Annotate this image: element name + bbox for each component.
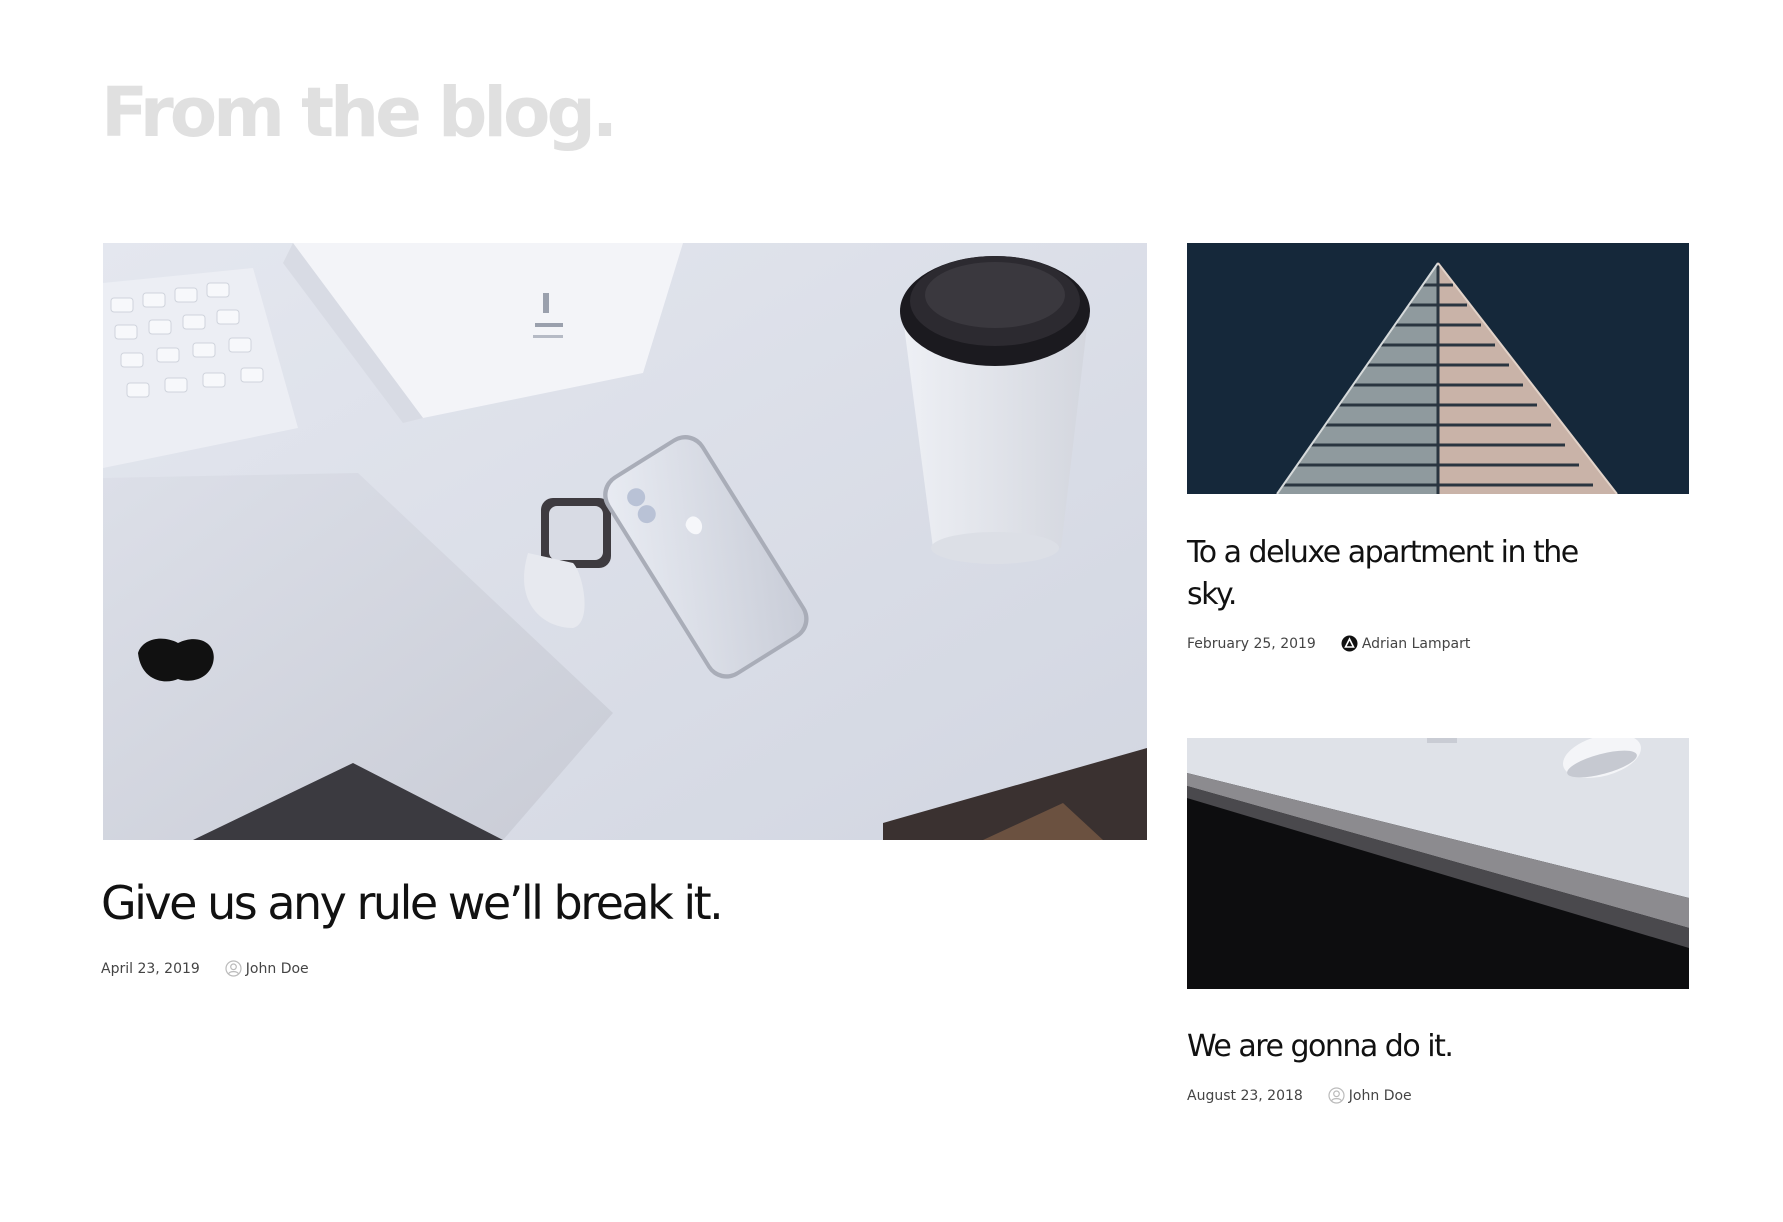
featured-post-meta: April 23, 2019 John Doe xyxy=(101,960,309,977)
user-avatar-icon xyxy=(225,960,242,977)
post-author-name: Adrian Lampart xyxy=(1361,635,1471,652)
side-post-1-meta: February 25, 2019 Adrian Lampart xyxy=(1187,635,1470,652)
author-logo-icon xyxy=(1341,635,1358,652)
post-author-name: John Doe xyxy=(1348,1087,1412,1104)
post-author[interactable]: John Doe xyxy=(225,960,309,977)
user-avatar-icon xyxy=(1328,1087,1345,1104)
post-date: August 23, 2018 xyxy=(1187,1087,1303,1104)
featured-post-image[interactable] xyxy=(103,243,1147,840)
side-post-2-meta: August 23, 2018 John Doe xyxy=(1187,1087,1412,1104)
side-post-1-title[interactable]: To a deluxe apartment in the sky. xyxy=(1187,532,1587,616)
section-heading: From the blog. xyxy=(101,73,618,153)
side-post-2-title[interactable]: We are gonna do it. xyxy=(1187,1026,1587,1068)
post-author[interactable]: John Doe xyxy=(1328,1087,1412,1104)
side-post-1-image[interactable] xyxy=(1187,243,1689,494)
desk-edge-photo xyxy=(1187,738,1689,989)
skyscraper-photo xyxy=(1187,243,1689,494)
post-author[interactable]: Adrian Lampart xyxy=(1341,635,1471,652)
featured-post-title[interactable]: Give us any rule we’ll break it. xyxy=(101,876,724,931)
post-date: February 25, 2019 xyxy=(1187,635,1316,652)
desk-photo xyxy=(103,243,1147,840)
post-author-name: John Doe xyxy=(245,960,309,977)
side-post-2-image[interactable] xyxy=(1187,738,1689,989)
post-date: April 23, 2019 xyxy=(101,960,200,977)
